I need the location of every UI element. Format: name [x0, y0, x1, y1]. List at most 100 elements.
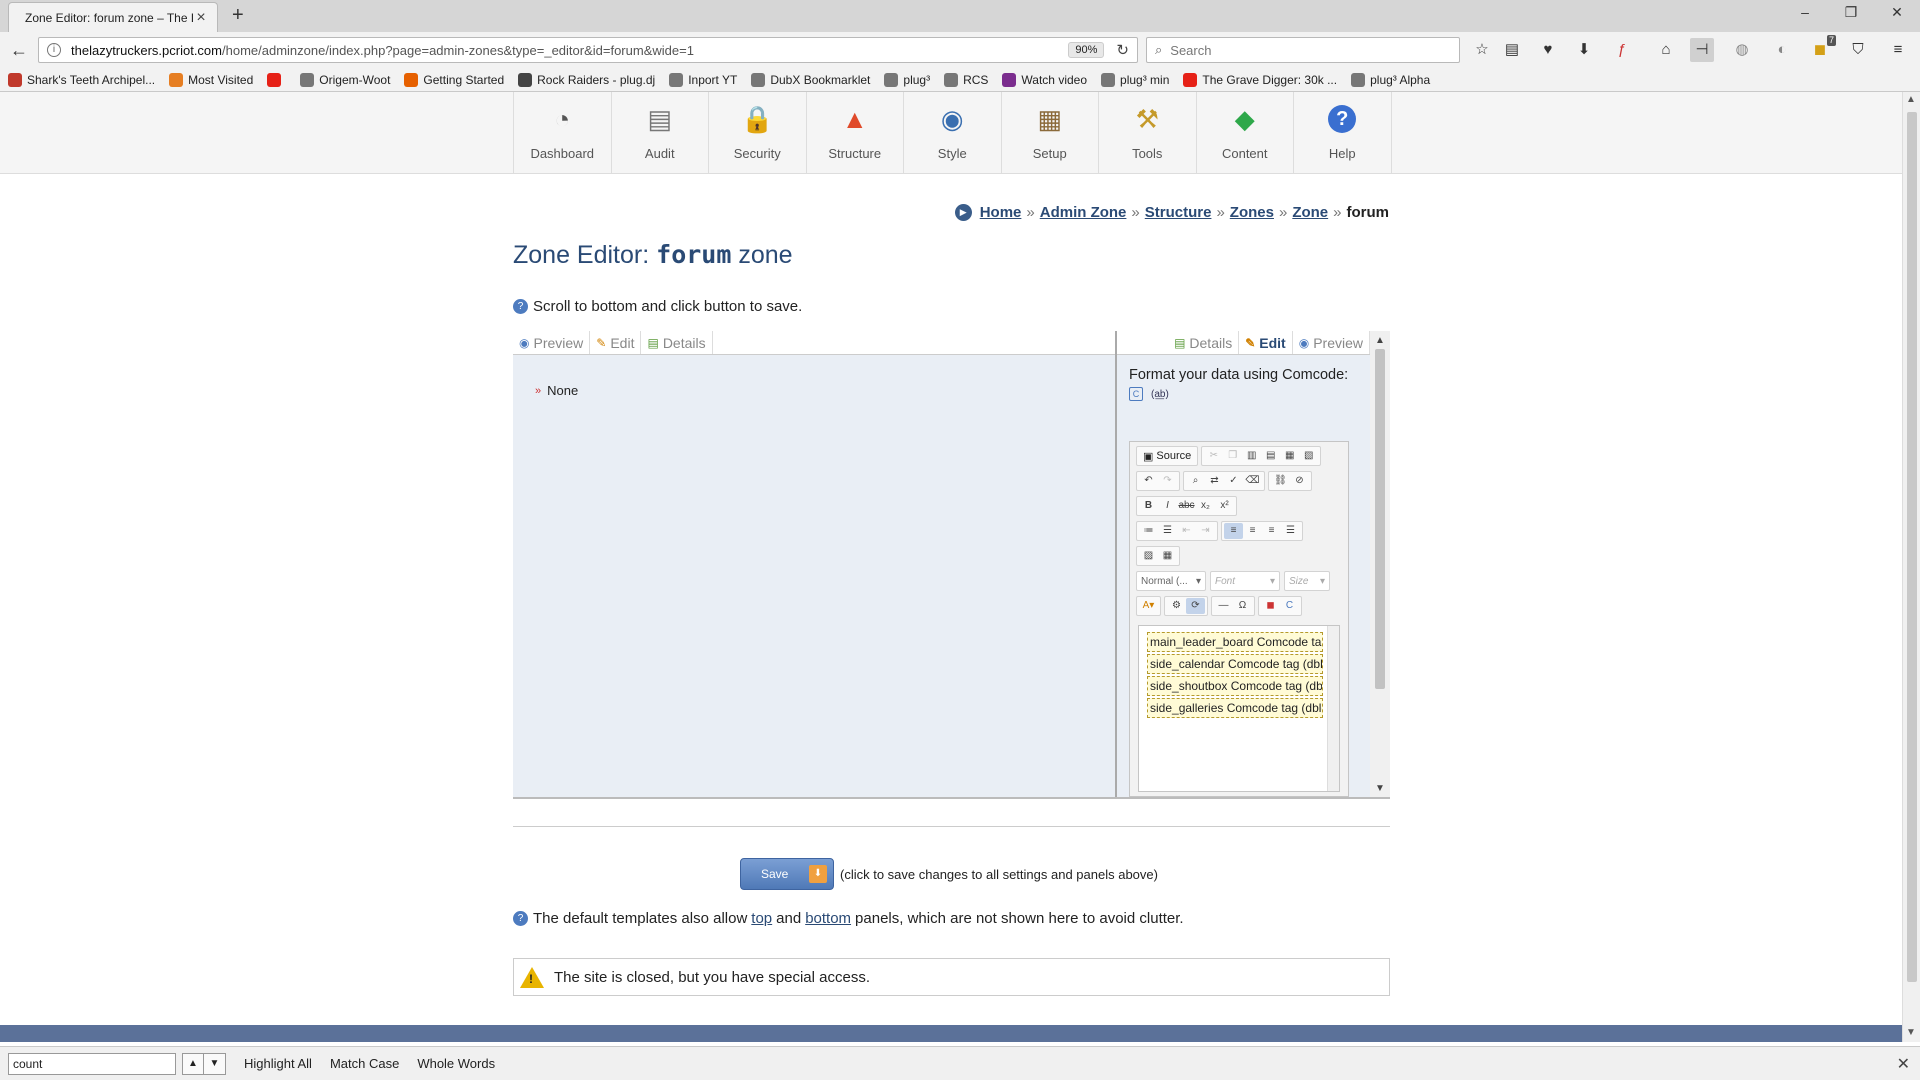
breadcrumb-link-structure[interactable]: Structure: [1145, 204, 1212, 221]
scroll-down-icon[interactable]: ▼: [1906, 1027, 1916, 1038]
close-find-icon[interactable]: ✕: [1897, 1054, 1910, 1074]
outdent-icon[interactable]: ⇤: [1177, 523, 1196, 539]
align-right-icon[interactable]: ≡: [1262, 523, 1281, 539]
indent-icon[interactable]: ⇥: [1196, 523, 1215, 539]
undo-icon[interactable]: ↶: [1139, 473, 1158, 489]
scroll-thumb[interactable]: [1907, 112, 1917, 982]
find-next-icon[interactable]: ▼: [204, 1052, 226, 1075]
media-icon[interactable]: ◼: [1261, 598, 1280, 614]
bold-icon[interactable]: B: [1139, 498, 1158, 514]
replace-icon[interactable]: ⇄: [1205, 473, 1224, 489]
bulleted-list-icon[interactable]: ☰: [1158, 523, 1177, 539]
bookmark-item[interactable]: Rock Raiders - plug.dj: [518, 72, 655, 87]
bookmark-item[interactable]: Origem-Woot: [300, 72, 390, 87]
spellcheck-icon[interactable]: ✓: [1224, 473, 1243, 489]
admin-nav-tools[interactable]: ⚒ Tools: [1099, 92, 1197, 174]
save-button[interactable]: Save ⬇: [740, 858, 834, 890]
strikethrough-icon[interactable]: abc: [1177, 498, 1196, 514]
comcode-icon[interactable]: C: [1129, 387, 1143, 401]
bookmark-item[interactable]: RCS: [944, 72, 988, 87]
shield-icon[interactable]: ⛉: [1846, 38, 1870, 62]
table-icon[interactable]: ▦: [1158, 548, 1177, 564]
bookmark-item[interactable]: Shark's Teeth Archipel...: [8, 72, 155, 87]
home-icon[interactable]: ⌂: [1654, 38, 1678, 62]
search-bar[interactable]: ⌕ Search: [1146, 37, 1460, 63]
admin-nav-dashboard[interactable]: ◔ Dashboard: [514, 92, 612, 174]
bottom-panel-link[interactable]: bottom: [805, 910, 851, 927]
tab-details[interactable]: ▤ Details: [641, 331, 713, 354]
site-info-icon[interactable]: i: [47, 43, 61, 57]
subscript-icon[interactable]: x₂: [1196, 498, 1215, 514]
tab-close-icon[interactable]: ×: [193, 9, 209, 27]
link-icon[interactable]: ⛓: [1271, 473, 1290, 489]
page-scrollbar[interactable]: ▲ ▼: [1902, 92, 1920, 1042]
breadcrumb-link-zones[interactable]: Zones: [1230, 204, 1274, 221]
bookmark-item[interactable]: Watch video: [1002, 72, 1087, 87]
bookmark-item[interactable]: Inport YT: [669, 72, 737, 87]
bookmark-item[interactable]: plug³: [884, 72, 930, 87]
restore-icon[interactable]: ❐: [1828, 4, 1874, 21]
notification-icon[interactable]: ◼ 7: [1808, 35, 1836, 62]
reload-icon[interactable]: ↻: [1116, 41, 1129, 59]
highlight-all-button[interactable]: Highlight All: [244, 1056, 312, 1071]
admin-nav-setup[interactable]: ▦ Setup: [1002, 92, 1099, 174]
match-case-button[interactable]: Match Case: [330, 1056, 399, 1071]
copy-icon[interactable]: ❐: [1223, 448, 1242, 464]
admin-nav-security[interactable]: 🔒 Security: [709, 92, 807, 174]
comcode-tag[interactable]: side_calendar Comcode tag (dbl-click to …: [1147, 654, 1323, 674]
ab-icon[interactable]: (a͟b): [1151, 389, 1169, 400]
paste-word-icon[interactable]: ▦: [1280, 448, 1299, 464]
close-window-icon[interactable]: ✕: [1874, 4, 1920, 21]
justify-icon[interactable]: ☰: [1281, 523, 1300, 539]
comcode-tag[interactable]: main_leader_board Comcode tag (dbl-click…: [1147, 632, 1323, 652]
redo-icon[interactable]: ↷: [1158, 473, 1177, 489]
bookmark-item[interactable]: Getting Started: [404, 72, 504, 87]
download-icon[interactable]: ⬇: [1572, 38, 1596, 62]
bookmark-item[interactable]: plug³ min: [1101, 72, 1169, 87]
comcode-icon[interactable]: C: [1280, 598, 1299, 614]
breadcrumb-link-admin-zone[interactable]: Admin Zone: [1040, 204, 1127, 221]
scroll-up-icon[interactable]: ▲: [1906, 94, 1916, 105]
image-icon[interactable]: ▨: [1139, 548, 1158, 564]
special-char-icon[interactable]: Ω: [1233, 598, 1252, 614]
url-text[interactable]: thelazytruckers.pcriot.com/home/adminzon…: [71, 43, 1068, 58]
menu-icon[interactable]: ≡: [1886, 38, 1910, 62]
italic-icon[interactable]: I: [1158, 498, 1177, 514]
align-left-icon[interactable]: ≡: [1224, 523, 1243, 539]
extension-icon[interactable]: ◐: [1770, 38, 1794, 62]
find-previous-icon[interactable]: ▲: [182, 1052, 204, 1075]
breadcrumb-link-zone[interactable]: Zone: [1292, 204, 1328, 221]
bookmark-item[interactable]: The Grave Digger: 30k ...: [1183, 72, 1337, 87]
text-color-icon[interactable]: A▾: [1139, 598, 1158, 614]
paste-icon[interactable]: ▥: [1242, 448, 1261, 464]
pin-icon[interactable]: ⊣: [1690, 38, 1714, 62]
format-select[interactable]: Normal (... ▾: [1136, 571, 1206, 591]
back-icon[interactable]: ←: [10, 40, 28, 61]
comcode-tag[interactable]: side_galleries Comcode tag (dbl-click to…: [1147, 698, 1323, 718]
unlink-icon[interactable]: ⊘: [1290, 473, 1309, 489]
browser-tab[interactable]: Zone Editor: forum zone – The L ×: [8, 2, 218, 32]
admin-nav-help[interactable]: ? Help: [1294, 92, 1392, 174]
paste-special-icon[interactable]: ▧: [1299, 448, 1318, 464]
source-button[interactable]: ▣ Source: [1139, 450, 1195, 463]
panel-scrollbar[interactable]: ▲ ▼: [1370, 331, 1390, 797]
admin-nav-structure[interactable]: ▲ Structure: [807, 92, 904, 174]
horizontal-rule-icon[interactable]: —: [1214, 598, 1233, 614]
align-center-icon[interactable]: ≡: [1243, 523, 1262, 539]
bookmark-item[interactable]: [267, 72, 286, 87]
breadcrumb-link-home[interactable]: Home: [980, 204, 1022, 221]
url-bar[interactable]: i thelazytruckers.pcriot.com/home/adminz…: [38, 37, 1138, 63]
cut-icon[interactable]: ✂: [1204, 448, 1223, 464]
adblock-icon[interactable]: ◍: [1730, 38, 1754, 62]
scroll-thumb[interactable]: [1375, 349, 1385, 689]
admin-nav-audit[interactable]: ▤ Audit: [612, 92, 709, 174]
pocket-icon[interactable]: ♥: [1536, 38, 1560, 62]
editor-scrollbar[interactable]: [1327, 626, 1339, 791]
scroll-down-icon[interactable]: ▼: [1375, 783, 1385, 794]
admin-nav-style[interactable]: ◉ Style: [904, 92, 1002, 174]
font-select[interactable]: Font ▾: [1210, 571, 1280, 591]
minimize-icon[interactable]: –: [1782, 4, 1828, 20]
tab-preview[interactable]: ◉ Preview: [513, 331, 591, 354]
admin-nav-content[interactable]: ◆ Content: [1197, 92, 1294, 174]
bookmark-item[interactable]: plug³ Alpha: [1351, 72, 1430, 87]
